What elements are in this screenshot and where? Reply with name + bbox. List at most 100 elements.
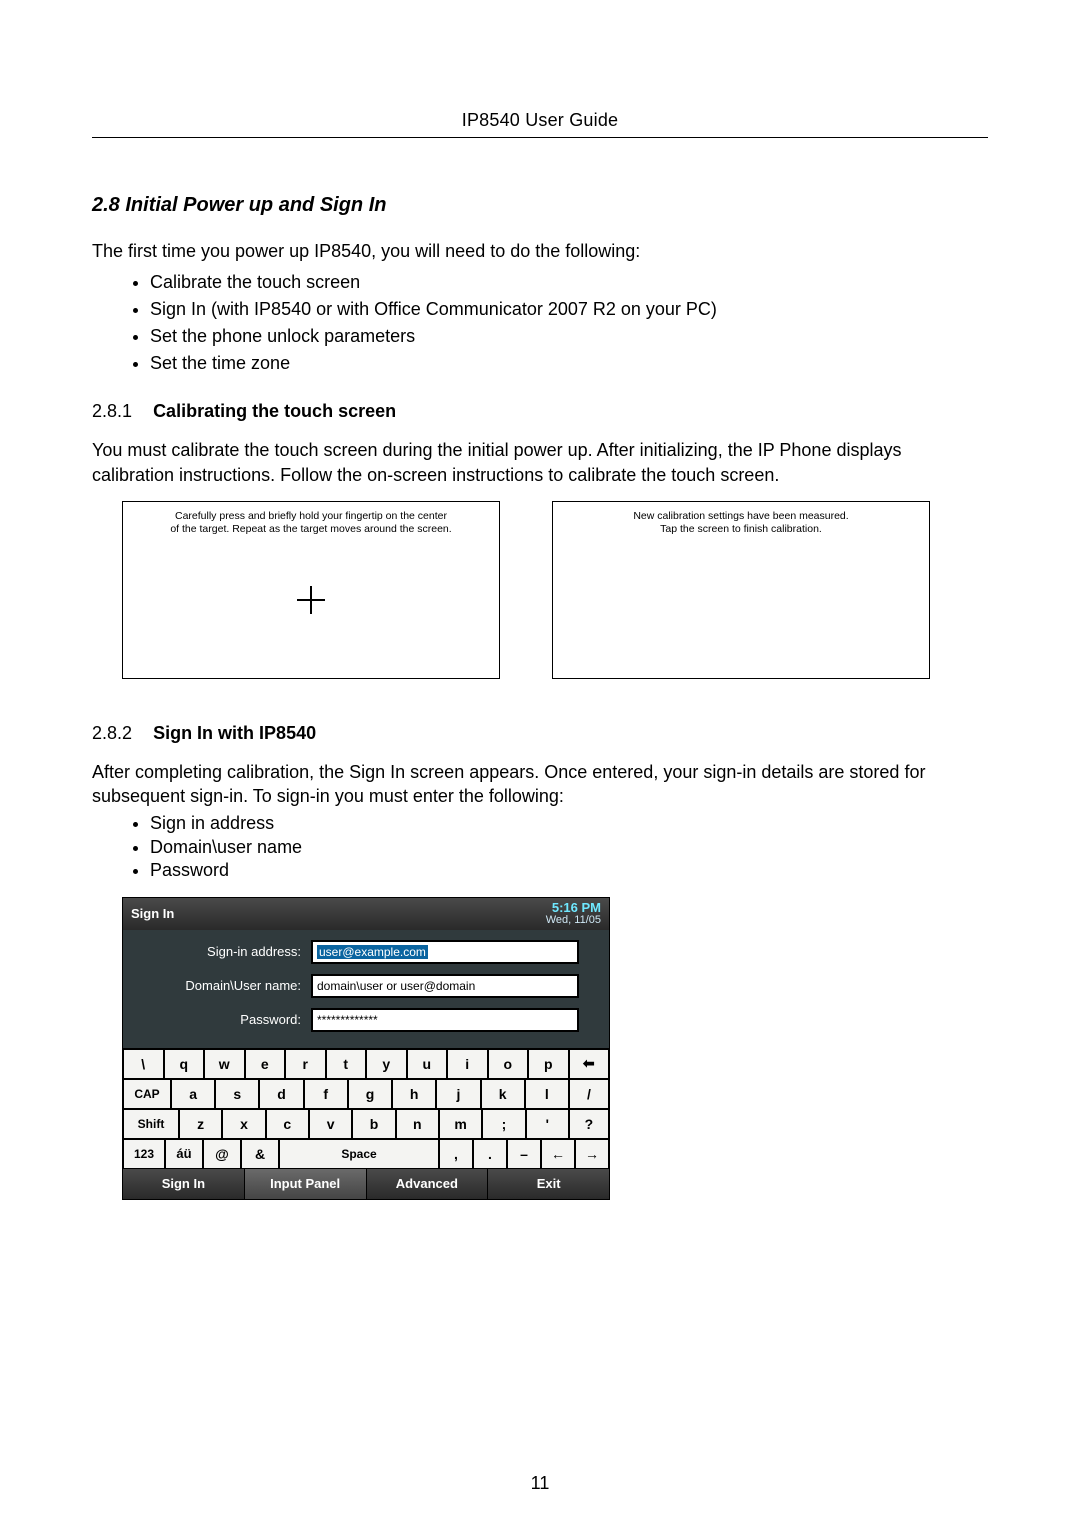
signin-user-label: Domain\User name:: [133, 978, 311, 993]
key-backspace[interactable]: ⬅: [569, 1049, 610, 1079]
key-z[interactable]: z: [179, 1109, 222, 1139]
signin-title: Sign In: [131, 906, 174, 921]
key-123[interactable]: 123: [123, 1139, 165, 1169]
key-g[interactable]: g: [348, 1079, 392, 1109]
keyboard-row-2: CAP a s d f g h j k l /: [123, 1079, 609, 1109]
key-b[interactable]: b: [352, 1109, 395, 1139]
signin-bullet: Sign in address: [150, 812, 988, 835]
subsection-2-name: Sign In with IP8540: [153, 723, 316, 743]
keyboard-row-1: \ q w e r t y u i o p ⬅: [123, 1049, 609, 1079]
calibration-screen-target: Carefully press and briefly hold your fi…: [122, 501, 500, 679]
subsection-2-number: 2.8.2: [92, 723, 132, 743]
signin-bullets: Sign in address Domain\user name Passwor…: [92, 812, 988, 882]
key-backslash[interactable]: \: [123, 1049, 164, 1079]
key-at[interactable]: @: [203, 1139, 241, 1169]
key-l[interactable]: l: [525, 1079, 569, 1109]
signin-password-label: Password:: [133, 1012, 311, 1027]
bottombar-input-panel-button[interactable]: Input Panel: [245, 1169, 367, 1199]
key-comma[interactable]: ,: [439, 1139, 473, 1169]
page-number: 11: [0, 1473, 1080, 1494]
intro-bullet: Sign In (with IP8540 or with Office Comm…: [150, 296, 988, 323]
key-e[interactable]: e: [245, 1049, 286, 1079]
subsection-2-title: 2.8.2 Sign In with IP8540: [92, 723, 988, 744]
calibration-screen-done-text: New calibration settings have been measu…: [553, 510, 929, 536]
calibration-screens-row: Carefully press and briefly hold your fi…: [92, 501, 988, 679]
signin-bottombar: Sign In Input Panel Advanced Exit: [123, 1169, 609, 1199]
signin-date: Wed, 11/05: [546, 915, 601, 927]
intro-bullet: Set the phone unlock parameters: [150, 323, 988, 350]
key-slash[interactable]: /: [569, 1079, 609, 1109]
key-h[interactable]: h: [392, 1079, 436, 1109]
intro-bullet: Set the time zone: [150, 350, 988, 377]
intro-bullets: Calibrate the touch screen Sign In (with…: [92, 269, 988, 377]
key-p[interactable]: p: [528, 1049, 569, 1079]
signin-screenshot: Sign In 5:16 PM Wed, 11/05 Sign-in addre…: [122, 897, 610, 1200]
key-t[interactable]: t: [326, 1049, 367, 1079]
bottombar-exit-button[interactable]: Exit: [488, 1169, 609, 1199]
key-c[interactable]: c: [266, 1109, 309, 1139]
key-shift[interactable]: Shift: [123, 1109, 179, 1139]
calibration-screen-target-text: Carefully press and briefly hold your fi…: [123, 510, 499, 536]
key-question[interactable]: ?: [569, 1109, 609, 1139]
signin-clock: 5:16 PM Wed, 11/05: [546, 901, 601, 926]
key-cap[interactable]: CAP: [123, 1079, 171, 1109]
signin-user-row: Domain\User name: domain\user or user@do…: [133, 974, 599, 998]
key-d[interactable]: d: [259, 1079, 303, 1109]
key-y[interactable]: y: [366, 1049, 407, 1079]
signin-password-input[interactable]: *************: [311, 1008, 579, 1032]
key-period[interactable]: .: [473, 1139, 507, 1169]
keyboard-row-3: Shift z x c v b n m ; ' ?: [123, 1109, 609, 1139]
key-q[interactable]: q: [164, 1049, 205, 1079]
onscreen-keyboard: \ q w e r t y u i o p ⬅ CAP a s d f g h: [123, 1048, 609, 1169]
signin-form: Sign-in address: user@example.com Domain…: [123, 930, 609, 1048]
key-r[interactable]: r: [285, 1049, 326, 1079]
key-arrow-right[interactable]: →: [575, 1139, 609, 1169]
key-v[interactable]: v: [309, 1109, 352, 1139]
key-space[interactable]: Space: [279, 1139, 439, 1169]
signin-user-input[interactable]: domain\user or user@domain: [311, 974, 579, 998]
key-apostrophe[interactable]: ': [526, 1109, 569, 1139]
signin-address-value: user@example.com: [317, 945, 428, 959]
subsection-1-body: You must calibrate the touch screen duri…: [92, 438, 988, 487]
calib2-line1: New calibration settings have been measu…: [633, 510, 848, 522]
signin-bullet: Domain\user name: [150, 836, 988, 859]
key-accents[interactable]: áü: [165, 1139, 203, 1169]
section-title: 2.8 Initial Power up and Sign In: [92, 194, 988, 217]
key-f[interactable]: f: [304, 1079, 348, 1109]
key-arrow-left[interactable]: ←: [541, 1139, 575, 1169]
subsection-1-number: 2.8.1: [92, 401, 132, 421]
subsection-1-name: Calibrating the touch screen: [153, 401, 396, 421]
signin-time: 5:16 PM: [546, 901, 601, 915]
calibration-screen-done: New calibration settings have been measu…: [552, 501, 930, 679]
key-s[interactable]: s: [215, 1079, 259, 1109]
subsection-2-body: After completing calibration, the Sign I…: [92, 760, 988, 809]
keyboard-row-4: 123 áü @ & Space , . – ← →: [123, 1139, 609, 1169]
signin-address-row: Sign-in address: user@example.com: [133, 940, 599, 964]
key-ampersand[interactable]: &: [241, 1139, 279, 1169]
key-dash[interactable]: –: [507, 1139, 541, 1169]
signin-password-row: Password: *************: [133, 1008, 599, 1032]
running-header: IP8540 User Guide: [92, 110, 988, 131]
key-u[interactable]: u: [407, 1049, 448, 1079]
key-m[interactable]: m: [439, 1109, 482, 1139]
bottombar-signin-button[interactable]: Sign In: [123, 1169, 245, 1199]
crosshair-icon: [297, 586, 325, 614]
key-k[interactable]: k: [481, 1079, 525, 1109]
signin-bullet: Password: [150, 859, 988, 882]
calib1-line2: of the target. Repeat as the target move…: [170, 523, 451, 535]
intro-bullet: Calibrate the touch screen: [150, 269, 988, 296]
key-semicolon[interactable]: ;: [482, 1109, 525, 1139]
key-n[interactable]: n: [396, 1109, 439, 1139]
key-x[interactable]: x: [222, 1109, 265, 1139]
key-o[interactable]: o: [488, 1049, 529, 1079]
key-w[interactable]: w: [204, 1049, 245, 1079]
bottombar-advanced-button[interactable]: Advanced: [367, 1169, 489, 1199]
key-j[interactable]: j: [436, 1079, 480, 1109]
key-i[interactable]: i: [447, 1049, 488, 1079]
subsection-1-title: 2.8.1 Calibrating the touch screen: [92, 401, 988, 422]
signin-address-input[interactable]: user@example.com: [311, 940, 579, 964]
signin-address-label: Sign-in address:: [133, 944, 311, 959]
key-a[interactable]: a: [171, 1079, 215, 1109]
intro-paragraph: The first time you power up IP8540, you …: [92, 239, 988, 263]
calib2-line2: Tap the screen to finish calibration.: [660, 523, 822, 535]
